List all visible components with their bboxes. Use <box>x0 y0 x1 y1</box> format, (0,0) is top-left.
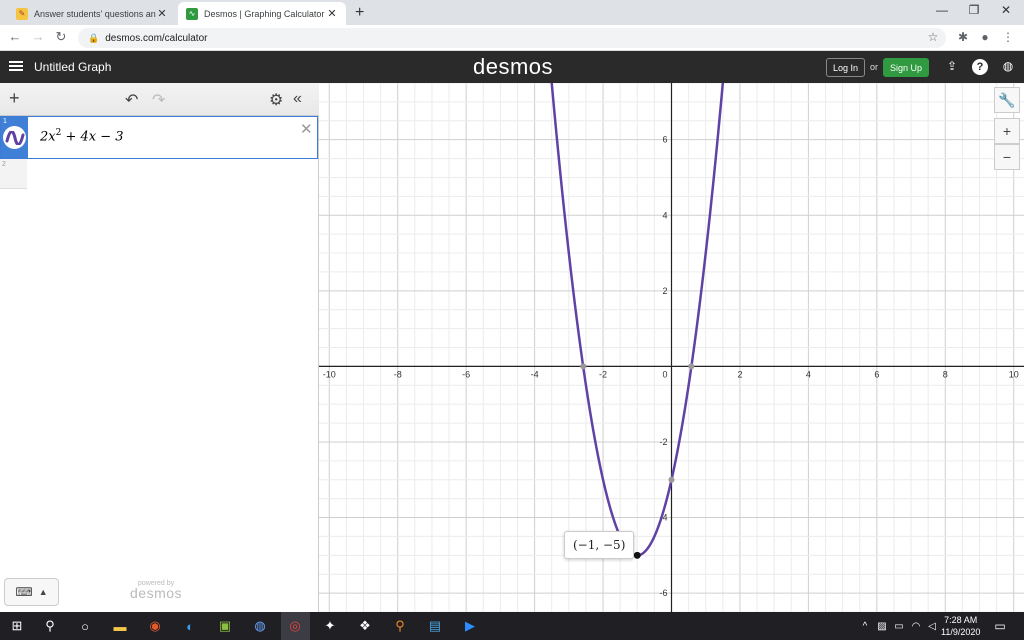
app-icon[interactable]: ◉ <box>145 616 165 636</box>
app-icon[interactable]: ▣ <box>215 616 235 636</box>
windows-taskbar: ⊞ ⚲ ○ ▬ ◉ ◐ ▣ ◍ ◎ ✦ ❖ ⚲ ▤ ▶ ^ ▨ ▭ ◠ ◁ 7:… <box>0 612 1024 640</box>
back-arrow-icon[interactable]: ← <box>6 29 24 44</box>
origin-label: 0 <box>662 369 667 379</box>
x-tick-label: -4 <box>531 369 539 379</box>
app-icon[interactable]: ▤ <box>425 616 445 636</box>
url-text: desmos.com/calculator <box>105 32 208 44</box>
app-icon[interactable]: ✦ <box>320 616 340 636</box>
y-tick-label: -6 <box>659 588 667 598</box>
desmos-logo: desmos <box>473 54 554 79</box>
tab-title: Answer students' questions and e <box>34 8 156 19</box>
x-tick-label: 8 <box>943 369 948 379</box>
close-tab-icon[interactable]: ✕ <box>326 7 338 20</box>
expression-index: 2 <box>2 161 6 168</box>
expression-row-2[interactable]: 2 <box>0 159 27 189</box>
help-icon[interactable]: ? <box>972 59 988 75</box>
desmos-favicon-icon: ∿ <box>186 7 198 20</box>
signup-button[interactable]: Sign Up <box>883 58 930 77</box>
login-button[interactable]: Log In <box>826 58 866 77</box>
app-icon[interactable]: ❖ <box>355 616 375 636</box>
add-item-icon[interactable]: + <box>9 88 20 109</box>
desmos-header: Untitled Graph desmos Log In or Sign Up … <box>0 51 1024 83</box>
y-tick-label: 6 <box>662 135 667 145</box>
extensions-icon[interactable]: ✱ <box>955 30 971 44</box>
browser-tab-desmos[interactable]: ∿ Desmos | Graphing Calculator ✕ <box>178 2 346 25</box>
x-tick-label: 4 <box>806 369 811 379</box>
delete-expression-icon[interactable]: ✕ <box>300 120 313 138</box>
x-tick-label: 6 <box>874 369 879 379</box>
expression-tab[interactable]: 1 <box>1 117 28 158</box>
or-label: or <box>870 62 879 72</box>
profile-icon[interactable]: ● <box>977 30 993 44</box>
powered-by-desmos: powered by desmos <box>130 580 183 601</box>
x-tick-label: 2 <box>737 369 742 379</box>
keyboard-icon: ⌨ <box>15 585 33 599</box>
undo-icon[interactable]: ↶ <box>125 90 138 110</box>
address-bar[interactable]: 🔒 desmos.com/calculator <box>78 28 946 48</box>
expression-row-1[interactable]: 1 2x2 + 4x − 3 ✕ <box>0 116 318 159</box>
app-icon[interactable]: ◍ <box>250 616 270 636</box>
collapse-panel-icon[interactable]: « <box>293 90 302 108</box>
restore-icon[interactable]: ❐ <box>964 3 984 17</box>
lock-icon: 🔒 <box>88 32 100 43</box>
system-clock[interactable]: 7:28 AM 11/9/2020 <box>941 614 980 638</box>
x-tick-label: -6 <box>462 369 470 379</box>
windows-start-icon[interactable]: ⊞ <box>7 616 27 636</box>
zoom-out-button[interactable]: − <box>994 144 1020 170</box>
root-point <box>688 363 695 370</box>
reload-icon[interactable]: ↻ <box>52 29 70 45</box>
zoom-in-button[interactable]: + <box>994 118 1020 144</box>
app-icon[interactable]: ⚲ <box>390 616 410 636</box>
y-tick-label: 2 <box>662 286 667 296</box>
graph-settings-wrench-icon[interactable]: 🔧 <box>994 87 1020 113</box>
browser-menu-icon[interactable]: ⋮ <box>1000 30 1016 44</box>
new-tab-icon[interactable]: + <box>355 4 364 22</box>
browser-tab-bar: ✎ Answer students' questions and e ✕ ∿ D… <box>0 0 1024 25</box>
root-point <box>580 363 587 370</box>
close-window-icon[interactable]: ✕ <box>996 3 1016 17</box>
notifications-icon[interactable]: ▭ <box>990 616 1010 636</box>
file-explorer-icon[interactable]: ▬ <box>110 616 130 636</box>
expression-toolbar: + ↶ ↷ ⚙ « <box>0 83 319 116</box>
task-view-icon[interactable]: ○ <box>75 616 95 636</box>
x-tick-label: -10 <box>323 369 336 379</box>
caret-up-icon: ▲ <box>38 587 48 597</box>
minimize-icon[interactable]: — <box>932 3 952 17</box>
y-intercept-point <box>668 476 675 483</box>
chrome-icon[interactable]: ◎ <box>285 616 305 636</box>
x-tick-label: -2 <box>599 369 607 379</box>
browser-tab-answer[interactable]: ✎ Answer students' questions and e ✕ <box>8 2 176 25</box>
site-favicon-icon: ✎ <box>16 7 28 20</box>
graph-canvas[interactable]: -10 -8 -6 -4 -2 2 4 6 8 10642-2-4-60 <box>319 83 1024 612</box>
graph-title[interactable]: Untitled Graph <box>34 60 111 74</box>
forward-arrow-icon[interactable]: → <box>29 29 47 44</box>
language-globe-icon[interactable]: ◍ <box>1000 59 1016 75</box>
settings-gear-icon[interactable]: ⚙ <box>269 90 283 110</box>
keyboard-toggle-button[interactable]: ⌨ ▲ <box>4 578 59 606</box>
expression-panel: + ↶ ↷ ⚙ « 1 2x2 + 4x − 3 ✕ 2 powered by … <box>0 83 319 612</box>
curve-visibility-icon[interactable] <box>3 126 26 149</box>
expression-index: 1 <box>3 118 7 125</box>
vertex-point <box>633 551 641 559</box>
x-tick-label: -8 <box>394 369 402 379</box>
edge-icon[interactable]: ◐ <box>180 616 200 636</box>
volume-muted-icon[interactable]: ◁ <box>922 616 942 636</box>
x-tick-label: 10 <box>1009 369 1019 379</box>
hamburger-menu-icon[interactable] <box>9 59 23 75</box>
search-icon[interactable]: ⚲ <box>40 616 60 636</box>
close-tab-icon[interactable]: ✕ <box>156 7 168 20</box>
vertex-label[interactable]: (−1, −5) <box>564 531 635 559</box>
graph-paper[interactable]: -10 -8 -6 -4 -2 2 4 6 8 10 6 4 2 -2 -4 -6 0 🔧 + − (−1, −… <box>319 83 1024 612</box>
bookmark-star-icon[interactable]: ☆ <box>925 30 941 44</box>
browser-toolbar: ← → ↻ 🔒 desmos.com/calculator ☆ ✱ ● ⋮ <box>0 25 1024 51</box>
expression-math[interactable]: 2x2 + 4x − 3 <box>40 128 124 144</box>
redo-icon[interactable]: ↷ <box>152 90 165 110</box>
zoom-app-icon[interactable]: ▶ <box>460 616 480 636</box>
share-icon[interactable]: ⇪ <box>944 59 960 75</box>
y-tick-label: -2 <box>659 437 667 447</box>
tab-title: Desmos | Graphing Calculator <box>204 8 325 19</box>
y-tick-label: 4 <box>662 210 667 220</box>
